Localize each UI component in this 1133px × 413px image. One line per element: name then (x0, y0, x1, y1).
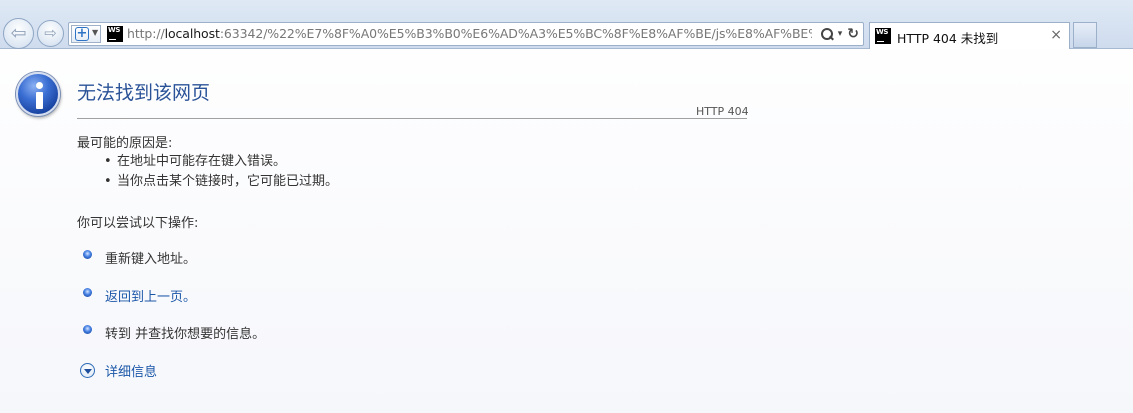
forward-button[interactable]: ⇨ (37, 20, 64, 47)
blue-bullet-icon (83, 325, 92, 334)
reason-item: 在地址中可能存在键入错误。 (104, 152, 338, 172)
back-arrow-icon: ⇦ (10, 22, 27, 44)
url-path: :63342/%22%E7%8F%A0%E5%B3%B0%E6%AD%A3%E5… (219, 26, 812, 41)
go-back-link[interactable]: 返回到上一页。 (105, 286, 196, 305)
refresh-icon[interactable]: ↻ (847, 26, 859, 42)
address-bar[interactable]: + ▼ WS http://localhost:63342/%22%E7%8F%… (68, 22, 864, 46)
action-text: 转到 并查找你想要的信息。 (105, 327, 266, 342)
title-divider (77, 118, 747, 119)
try-heading: 你可以尝试以下操作: (77, 216, 199, 231)
search-dropdown-icon[interactable]: ▾ (838, 29, 843, 39)
back-button[interactable]: ⇦ (3, 18, 34, 49)
blue-bullet-icon (83, 250, 92, 259)
new-tab-button[interactable] (1073, 22, 1097, 48)
blue-bullet-icon (83, 288, 92, 297)
compatibility-view-button[interactable]: + ▼ (71, 25, 101, 43)
browser-tab[interactable]: WS HTTP 404 未找到 × (869, 22, 1070, 49)
reason-heading: 最可能的原因是: (77, 136, 173, 151)
info-icon (16, 72, 60, 116)
dropdown-arrow-icon: ▼ (92, 28, 99, 37)
search-icon[interactable] (820, 28, 833, 40)
page-title: 无法找到该网页 (77, 82, 211, 104)
expand-chevron-icon[interactable] (80, 363, 95, 378)
reason-list: 在地址中可能存在键入错误。 当你点击某个链接时，它可能已过期。 (104, 152, 338, 192)
action-text: 重新键入地址。 (105, 252, 197, 267)
reason-item: 当你点击某个链接时，它可能已过期。 (104, 172, 338, 192)
url-scheme: http:// (127, 26, 165, 41)
tab-title: HTTP 404 未找到 (897, 31, 999, 46)
close-icon[interactable]: × (1050, 27, 1062, 43)
compatibility-view-icon: + (75, 26, 89, 41)
more-info-link[interactable]: 详细信息 (105, 361, 157, 380)
http-status-code: HTTP 404 (696, 105, 749, 118)
url-host: localhost (164, 26, 220, 41)
webstorm-icon: WS (875, 28, 891, 44)
webstorm-icon: WS (107, 26, 123, 42)
url-text[interactable]: http://localhost:63342/%22%E7%8F%A0%E5%B… (127, 26, 812, 44)
forward-arrow-icon: ⇨ (44, 24, 57, 42)
browser-toolbar: ⇦ ⇨ + ▼ WS http://localhost:63342/%22%E7… (0, 0, 1133, 49)
